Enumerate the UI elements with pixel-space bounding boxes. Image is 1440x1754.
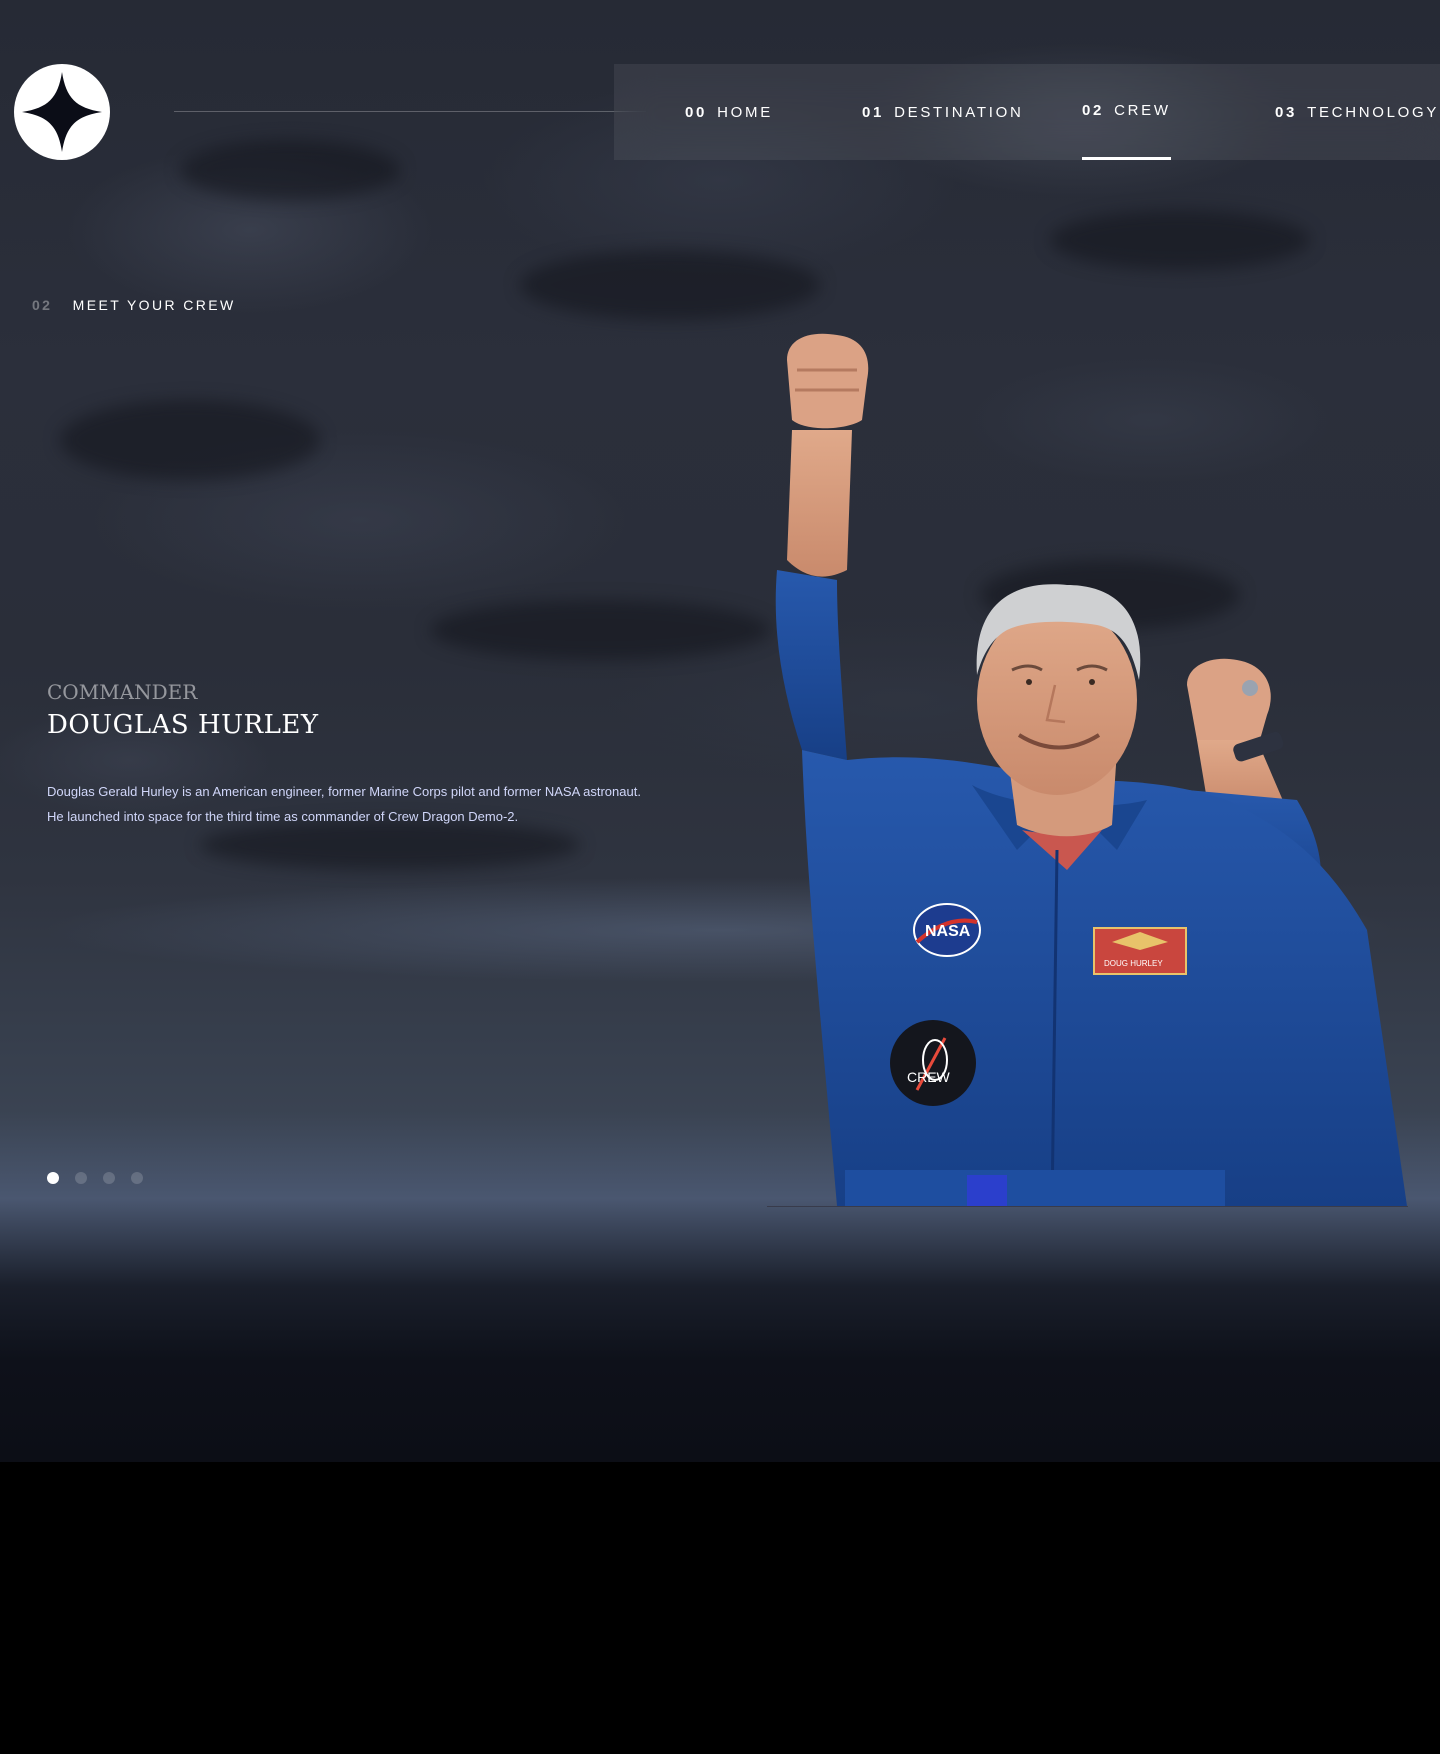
nav-item-destination[interactable]: 01 DESTINATION [862, 64, 1024, 160]
slider-dot-3[interactable] [103, 1172, 115, 1184]
nasa-patch-text: NASA [925, 923, 971, 940]
nav-number: 02 [1082, 102, 1105, 119]
page-eyebrow: 02 MEET YOUR CREW [32, 297, 236, 313]
slider-dot-2[interactable] [75, 1172, 87, 1184]
eyebrow-label: MEET YOUR CREW [72, 297, 236, 313]
name-tag-text: DOUG HURLEY [1104, 959, 1163, 968]
crew-name: Douglas Hurley [47, 710, 319, 740]
eyebrow-number: 02 [32, 297, 53, 313]
crew-patch-text: CREW [907, 1069, 951, 1085]
nav-label: DESTINATION [894, 103, 1024, 121]
star-logo-icon[interactable] [14, 64, 110, 160]
slider-dot-4[interactable] [131, 1172, 143, 1184]
slider-dot-1[interactable] [47, 1172, 59, 1184]
crew-member-image: NASA DOUG HURLEY CREW [775, 333, 1407, 1206]
crew-page: 00 HOME 01 DESTINATION 02 CREW 03 TECHNO… [0, 0, 1440, 1462]
nav-item-crew[interactable]: 02 CREW [1082, 64, 1171, 160]
nav-item-technology[interactable]: 03 TECHNOLOGY [1275, 64, 1439, 160]
nav-item-home[interactable]: 00 HOME [685, 64, 773, 160]
nav-number: 00 [685, 103, 708, 121]
main-navigation: 00 HOME 01 DESTINATION 02 CREW 03 TECHNO… [614, 64, 1440, 160]
header-divider-line [174, 111, 646, 112]
star-icon [22, 72, 102, 152]
crew-role: Commander [47, 680, 198, 704]
nav-label: TECHNOLOGY [1307, 103, 1440, 121]
nav-label: CREW [1114, 102, 1171, 119]
nav-number: 01 [862, 103, 885, 121]
crew-slider-dots [47, 1172, 143, 1184]
nav-label: HOME [717, 103, 773, 121]
crew-image-divider [767, 1206, 1408, 1207]
nav-number: 03 [1275, 103, 1298, 121]
crew-bio: Douglas Gerald Hurley is an American eng… [47, 784, 641, 824]
